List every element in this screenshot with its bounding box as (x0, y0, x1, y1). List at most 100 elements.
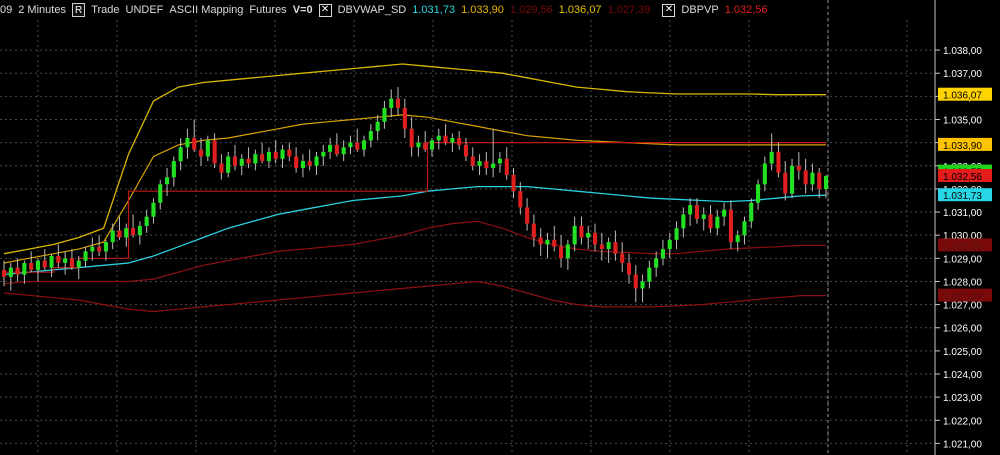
candle-body (355, 142, 360, 150)
y-tick-label: 1.028,00 (943, 277, 982, 288)
candle-body (538, 237, 543, 245)
candle-body (769, 151, 774, 164)
candle-body (565, 244, 570, 259)
candle-body (640, 281, 645, 289)
candle-body (559, 246, 564, 259)
candle-body (171, 161, 176, 178)
candle-body (586, 232, 591, 238)
candle-body (314, 156, 319, 166)
candle-body (375, 121, 380, 132)
candle-body (362, 140, 367, 150)
candle-body (192, 138, 197, 150)
candle-body (477, 161, 482, 166)
candle-body (232, 156, 237, 166)
candle-body (341, 147, 346, 155)
candle-body (158, 184, 163, 203)
candle-body (321, 151, 326, 157)
candle-body (436, 135, 441, 141)
candle-body (165, 177, 170, 185)
y-tick-label: 1.029,00 (943, 254, 982, 265)
candle-body (97, 246, 102, 252)
candle-body (463, 144, 468, 157)
price-label: 1.032,56 (943, 172, 982, 183)
candle-body (545, 239, 550, 245)
candle-body (117, 230, 122, 238)
candle-body (552, 239, 557, 247)
candle-body (701, 214, 706, 219)
candle-body (219, 163, 224, 173)
candle-body (647, 267, 652, 282)
candle-body (484, 161, 489, 168)
candle-body (246, 158, 251, 164)
candle-body (239, 158, 244, 166)
candle-body (531, 223, 536, 238)
candle-body (402, 107, 407, 129)
candle-body (15, 267, 20, 275)
candle-body (416, 142, 421, 148)
candle-body (762, 163, 767, 185)
candle-body (742, 221, 747, 236)
candle-body (470, 156, 475, 166)
candle-body (2, 269, 7, 277)
candle-body (783, 172, 788, 194)
candle-body (63, 258, 68, 263)
vwap-sd2-upper-line (3, 63, 826, 255)
candle-body (803, 170, 808, 185)
y-tick-label: 1.022,00 (943, 416, 982, 427)
y-tick-label: 1.023,00 (943, 393, 982, 404)
candle-body (756, 184, 761, 203)
candle-body (593, 232, 598, 245)
candle-body (199, 149, 204, 157)
candle-body (749, 202, 754, 222)
candle-body (491, 163, 496, 169)
candle-body (667, 239, 672, 250)
poc-line (3, 142, 826, 273)
candle-body (722, 209, 727, 217)
candle-body (212, 140, 217, 164)
candle-body (796, 165, 801, 171)
candle-body (572, 225, 577, 245)
candle-body (300, 161, 305, 168)
price-chart[interactable]: 1.021,00 1.022,00 1.023,00 1.024,00 1.025,00… (0, 0, 1000, 455)
candle-body (694, 205, 699, 219)
candle-body (396, 98, 401, 108)
candle-body (76, 260, 81, 268)
price-label: 1.027,39 (943, 292, 982, 303)
price-label: 1.036,07 (943, 91, 982, 102)
candle-body (660, 249, 665, 259)
y-tick-label: 1.024,00 (943, 370, 982, 381)
candle-body (579, 225, 584, 238)
candle-body (674, 228, 679, 240)
candle-body (728, 209, 733, 243)
candle-body (137, 225, 142, 236)
candle-body (599, 244, 604, 249)
candle-body (307, 161, 312, 166)
candle-body (69, 258, 74, 268)
candle-body (817, 172, 822, 189)
candle-body (708, 214, 713, 229)
candle-body (423, 142, 428, 150)
candle-body (56, 256, 61, 263)
y-tick-label: 1.026,00 (943, 324, 982, 335)
candle-body (83, 251, 88, 261)
candle-body (328, 144, 333, 152)
price-label: 1.031,73 (943, 191, 982, 202)
candle-body (348, 142, 353, 148)
candle-body (633, 274, 638, 289)
candle-body (681, 214, 686, 229)
candle-body (294, 156, 299, 169)
candle-body (511, 175, 516, 192)
candle-body (42, 260, 47, 268)
candle-body (688, 205, 693, 215)
candle-body (8, 267, 13, 277)
candle-body (103, 242, 108, 252)
candle-body (504, 158, 509, 175)
candle-body (409, 128, 414, 148)
candle-body (29, 263, 34, 270)
vwap-sd2-lower-line (3, 280, 826, 313)
candle-body (280, 149, 285, 159)
candle-body (776, 151, 781, 173)
candle-body (334, 144, 339, 155)
candle-body (144, 216, 149, 226)
candle-body (124, 228, 129, 238)
